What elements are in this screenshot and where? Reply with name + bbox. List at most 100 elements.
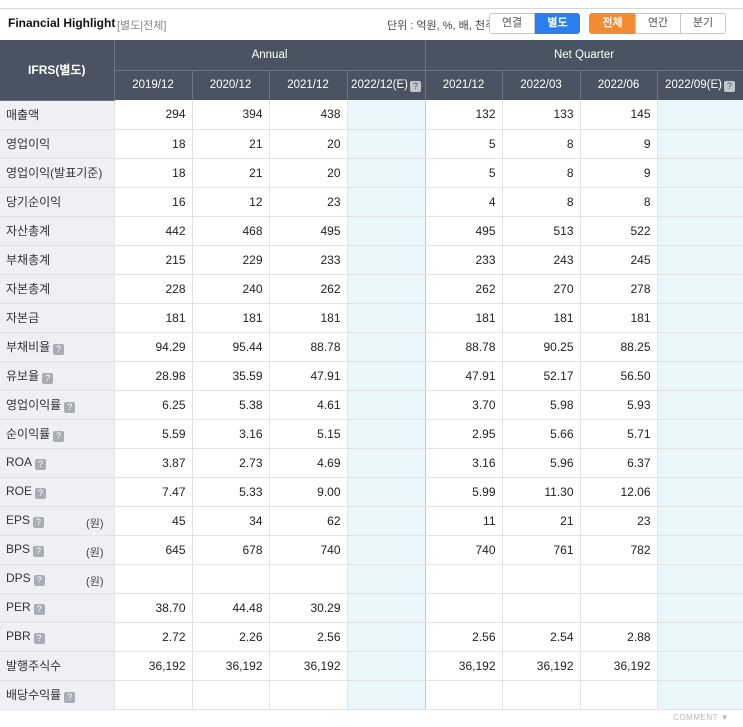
- value-cell: 215: [114, 245, 193, 275]
- value-cell: 6.25: [114, 390, 193, 420]
- value-cell: 18: [114, 158, 193, 188]
- value-cell: 761: [502, 535, 581, 565]
- separate-button[interactable]: 별도: [535, 13, 580, 34]
- value-cell: [347, 100, 426, 130]
- period-header-5: 2022/03: [502, 70, 581, 100]
- value-cell: 4.69: [269, 448, 348, 478]
- annual-button[interactable]: 연간: [635, 13, 681, 34]
- all-button[interactable]: 전체: [589, 13, 636, 34]
- value-cell: 95.44: [192, 332, 270, 362]
- value-cell: 36,192: [269, 651, 348, 681]
- help-icon[interactable]: ?: [53, 344, 65, 355]
- help-icon[interactable]: ?: [33, 633, 45, 644]
- value-cell: 21: [192, 158, 270, 188]
- period-label: 2021/12: [442, 79, 485, 92]
- value-cell: 243: [502, 245, 581, 275]
- help-icon[interactable]: ?: [33, 546, 45, 557]
- help-icon[interactable]: ?: [33, 517, 45, 528]
- period-header-3: 2022/12(E)?: [347, 70, 426, 100]
- value-cell: [347, 448, 426, 478]
- help-icon[interactable]: ?: [33, 575, 45, 586]
- help-icon[interactable]: ?: [409, 80, 421, 92]
- value-cell: 5.38: [192, 390, 270, 420]
- table-row: 부채비율? 94.29 95.44 88.78 88.78 90.25 88.25: [0, 332, 743, 362]
- period-label: 2022/03: [520, 79, 562, 92]
- value-cell: 35.59: [192, 361, 270, 391]
- value-cell: [657, 651, 743, 681]
- value-cell: 12.06: [580, 477, 658, 507]
- row-label-cell: DPS? (원): [0, 564, 115, 594]
- period-header-4: 2021/12: [425, 70, 503, 100]
- row-label-cell: 영업이익: [0, 129, 115, 159]
- help-icon[interactable]: ?: [35, 459, 47, 470]
- value-cell: 2.54: [502, 622, 581, 652]
- help-icon[interactable]: ?: [64, 402, 76, 413]
- value-cell: [347, 274, 426, 304]
- value-cell: 245: [580, 245, 658, 275]
- table-row: BPS? (원) 645 678 740 740 761 782: [0, 535, 743, 565]
- value-cell: 442: [114, 216, 193, 246]
- help-icon[interactable]: ?: [53, 431, 65, 442]
- value-cell: 45: [114, 506, 193, 536]
- annual-group-header: Annual: [114, 40, 426, 71]
- table-row: 영업이익(발표기준) 18 21 20 5 8 9: [0, 158, 743, 188]
- table-row: 영업이익률? 6.25 5.38 4.61 3.70 5.98 5.93: [0, 390, 743, 420]
- value-cell: 262: [269, 274, 348, 304]
- unit-label: 단위 : 억원, %, 배, 천주: [387, 20, 496, 32]
- value-cell: [580, 564, 658, 594]
- table-row: 자본금 181 181 181 181 181 181: [0, 303, 743, 333]
- value-cell: 88.78: [269, 332, 348, 362]
- value-cell: [192, 564, 270, 594]
- value-cell: 28.98: [114, 361, 193, 391]
- value-cell: 233: [425, 245, 503, 275]
- value-cell: 181: [580, 303, 658, 333]
- value-cell: [580, 680, 658, 710]
- value-cell: 294: [114, 100, 193, 130]
- row-label-cell: BPS? (원): [0, 535, 115, 565]
- table-row: 발행주식수 36,192 36,192 36,192 36,192 36,192 36,19…: [0, 651, 743, 681]
- value-cell: 2.26: [192, 622, 270, 652]
- value-cell: [347, 419, 426, 449]
- value-cell: [347, 593, 426, 623]
- help-icon[interactable]: ?: [33, 604, 45, 615]
- value-cell: [657, 187, 743, 217]
- value-cell: 132: [425, 100, 503, 130]
- value-cell: [425, 593, 503, 623]
- consolidated-button[interactable]: 연결: [489, 13, 535, 34]
- help-icon[interactable]: ?: [42, 373, 54, 384]
- period-label: 2019/12: [132, 79, 174, 92]
- comment-toggle[interactable]: COMMENT ▼: [673, 713, 729, 722]
- value-cell: 11: [425, 506, 503, 536]
- value-cell: 181: [114, 303, 193, 333]
- value-cell: 88.25: [580, 332, 658, 362]
- value-cell: 240: [192, 274, 270, 304]
- value-cell: [657, 361, 743, 391]
- value-cell: [347, 245, 426, 275]
- row-label: 배당수익률: [6, 688, 62, 702]
- period-header-6: 2022/06: [580, 70, 658, 100]
- quarter-button[interactable]: 분기: [680, 13, 726, 34]
- help-icon[interactable]: ?: [35, 488, 47, 499]
- value-cell: [425, 680, 503, 710]
- scope-label: [별도|전체]: [117, 20, 167, 32]
- value-cell: 645: [114, 535, 193, 565]
- value-cell: 2.95: [425, 419, 503, 449]
- value-cell: 36,192: [425, 651, 503, 681]
- help-icon[interactable]: ?: [723, 80, 735, 92]
- value-cell: 181: [269, 303, 348, 333]
- help-icon[interactable]: ?: [64, 692, 76, 703]
- row-label: 부채총계: [6, 253, 51, 267]
- value-cell: [657, 245, 743, 275]
- value-cell: 12: [192, 187, 270, 217]
- value-cell: 2.88: [580, 622, 658, 652]
- value-cell: 4.61: [269, 390, 348, 420]
- value-cell: 229: [192, 245, 270, 275]
- value-cell: 7.47: [114, 477, 193, 507]
- value-cell: 88.78: [425, 332, 503, 362]
- value-cell: 3.16: [192, 419, 270, 449]
- period-label: 2020/12: [209, 79, 252, 92]
- table-row: 매출액 294 394 438 132 133 145: [0, 100, 743, 130]
- value-cell: [347, 158, 426, 188]
- value-cell: [657, 216, 743, 246]
- value-cell: 56.50: [580, 361, 658, 391]
